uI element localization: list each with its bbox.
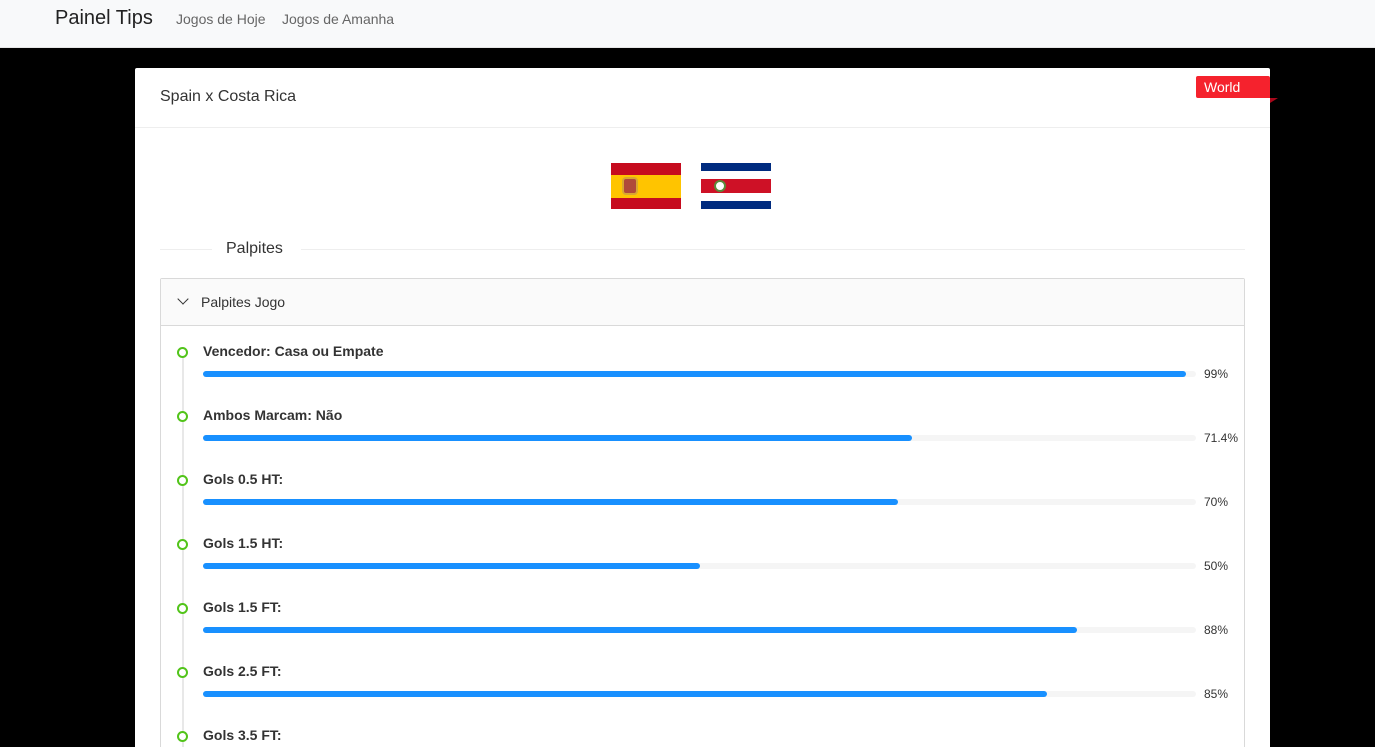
tip-item: Gols 1.5 FT: 88% bbox=[161, 587, 1244, 651]
tip-item: Ambos Marcam: Não 71.4% bbox=[161, 395, 1244, 459]
divider-left bbox=[160, 249, 212, 250]
progress-track bbox=[203, 563, 1196, 569]
timeline-dot-icon bbox=[177, 667, 188, 678]
timeline-dot-icon bbox=[177, 411, 188, 422]
progress-track bbox=[203, 371, 1196, 377]
tip-item: Vencedor: Casa ou Empate 99% bbox=[161, 331, 1244, 395]
tip-percent: 70% bbox=[1204, 495, 1229, 509]
progress-fill bbox=[203, 627, 1077, 633]
tips-panel: Palpites Jogo Vencedor: Casa ou Empate 9… bbox=[160, 278, 1245, 747]
tip-item: Gols 1.5 HT: 50% bbox=[161, 523, 1244, 587]
tip-percent: 71.4% bbox=[1204, 431, 1239, 445]
progress-fill bbox=[203, 435, 912, 441]
timeline-dot-icon bbox=[177, 475, 188, 486]
tip-percent: 85% bbox=[1204, 687, 1229, 701]
divider-right bbox=[301, 249, 1245, 250]
tips-panel-header[interactable]: Palpites Jogo bbox=[161, 279, 1244, 326]
progress-fill bbox=[203, 563, 700, 569]
tip-percent: 88% bbox=[1204, 623, 1229, 637]
tips-panel-title: Palpites Jogo bbox=[201, 294, 286, 310]
progress-track bbox=[203, 435, 1196, 441]
tip-label: Gols 3.5 FT: bbox=[203, 727, 282, 743]
match-title: Spain x Costa Rica bbox=[160, 88, 297, 105]
timeline-dot-icon bbox=[177, 539, 188, 550]
progress-fill bbox=[203, 499, 899, 505]
spain-flag-icon bbox=[611, 163, 681, 209]
tip-label: Gols 1.5 HT: bbox=[203, 535, 284, 551]
match-card: Spain x Costa Rica World Cup Palpites Pa… bbox=[135, 68, 1278, 747]
progress-fill bbox=[203, 691, 1048, 697]
progress-track bbox=[203, 691, 1196, 697]
timeline-dot-icon bbox=[177, 347, 188, 358]
section-title: Palpites bbox=[226, 240, 283, 257]
tip-label: Gols 2.5 FT: bbox=[203, 663, 282, 679]
costa-rica-flag-icon bbox=[701, 163, 771, 209]
ribbon-corner bbox=[1270, 98, 1278, 103]
tip-label: Gols 1.5 FT: bbox=[203, 599, 282, 615]
tip-label: Ambos Marcam: Não bbox=[203, 407, 343, 423]
tip-percent: 99% bbox=[1204, 367, 1229, 381]
tip-percent: 50% bbox=[1204, 559, 1229, 573]
card-header: Spain x Costa Rica bbox=[135, 68, 1270, 128]
progress-fill bbox=[203, 371, 1187, 377]
top-navbar: Painel Tips Jogos de Hoje Jogos de Amanh… bbox=[0, 0, 1375, 48]
tip-label: Gols 0.5 HT: bbox=[203, 471, 284, 487]
timeline-dot-icon bbox=[177, 731, 188, 742]
tip-item: Gols 3.5 FT: bbox=[161, 715, 1244, 747]
timeline-dot-icon bbox=[177, 603, 188, 614]
tip-item: Gols 0.5 HT: 70% bbox=[161, 459, 1244, 523]
chevron-down-icon[interactable] bbox=[177, 293, 189, 305]
tip-item: Gols 2.5 FT: 85% bbox=[161, 651, 1244, 715]
progress-track bbox=[203, 627, 1196, 633]
progress-track bbox=[203, 499, 1196, 505]
nav-link-jogos-de-hoje[interactable]: Jogos de Hoje bbox=[176, 11, 266, 27]
brand-link[interactable]: Painel Tips bbox=[55, 7, 153, 30]
competition-ribbon: World Cup bbox=[1196, 76, 1270, 117]
tip-label: Vencedor: Casa ou Empate bbox=[203, 343, 384, 359]
nav-link-jogos-de-amanha[interactable]: Jogos de Amanha bbox=[282, 11, 394, 27]
